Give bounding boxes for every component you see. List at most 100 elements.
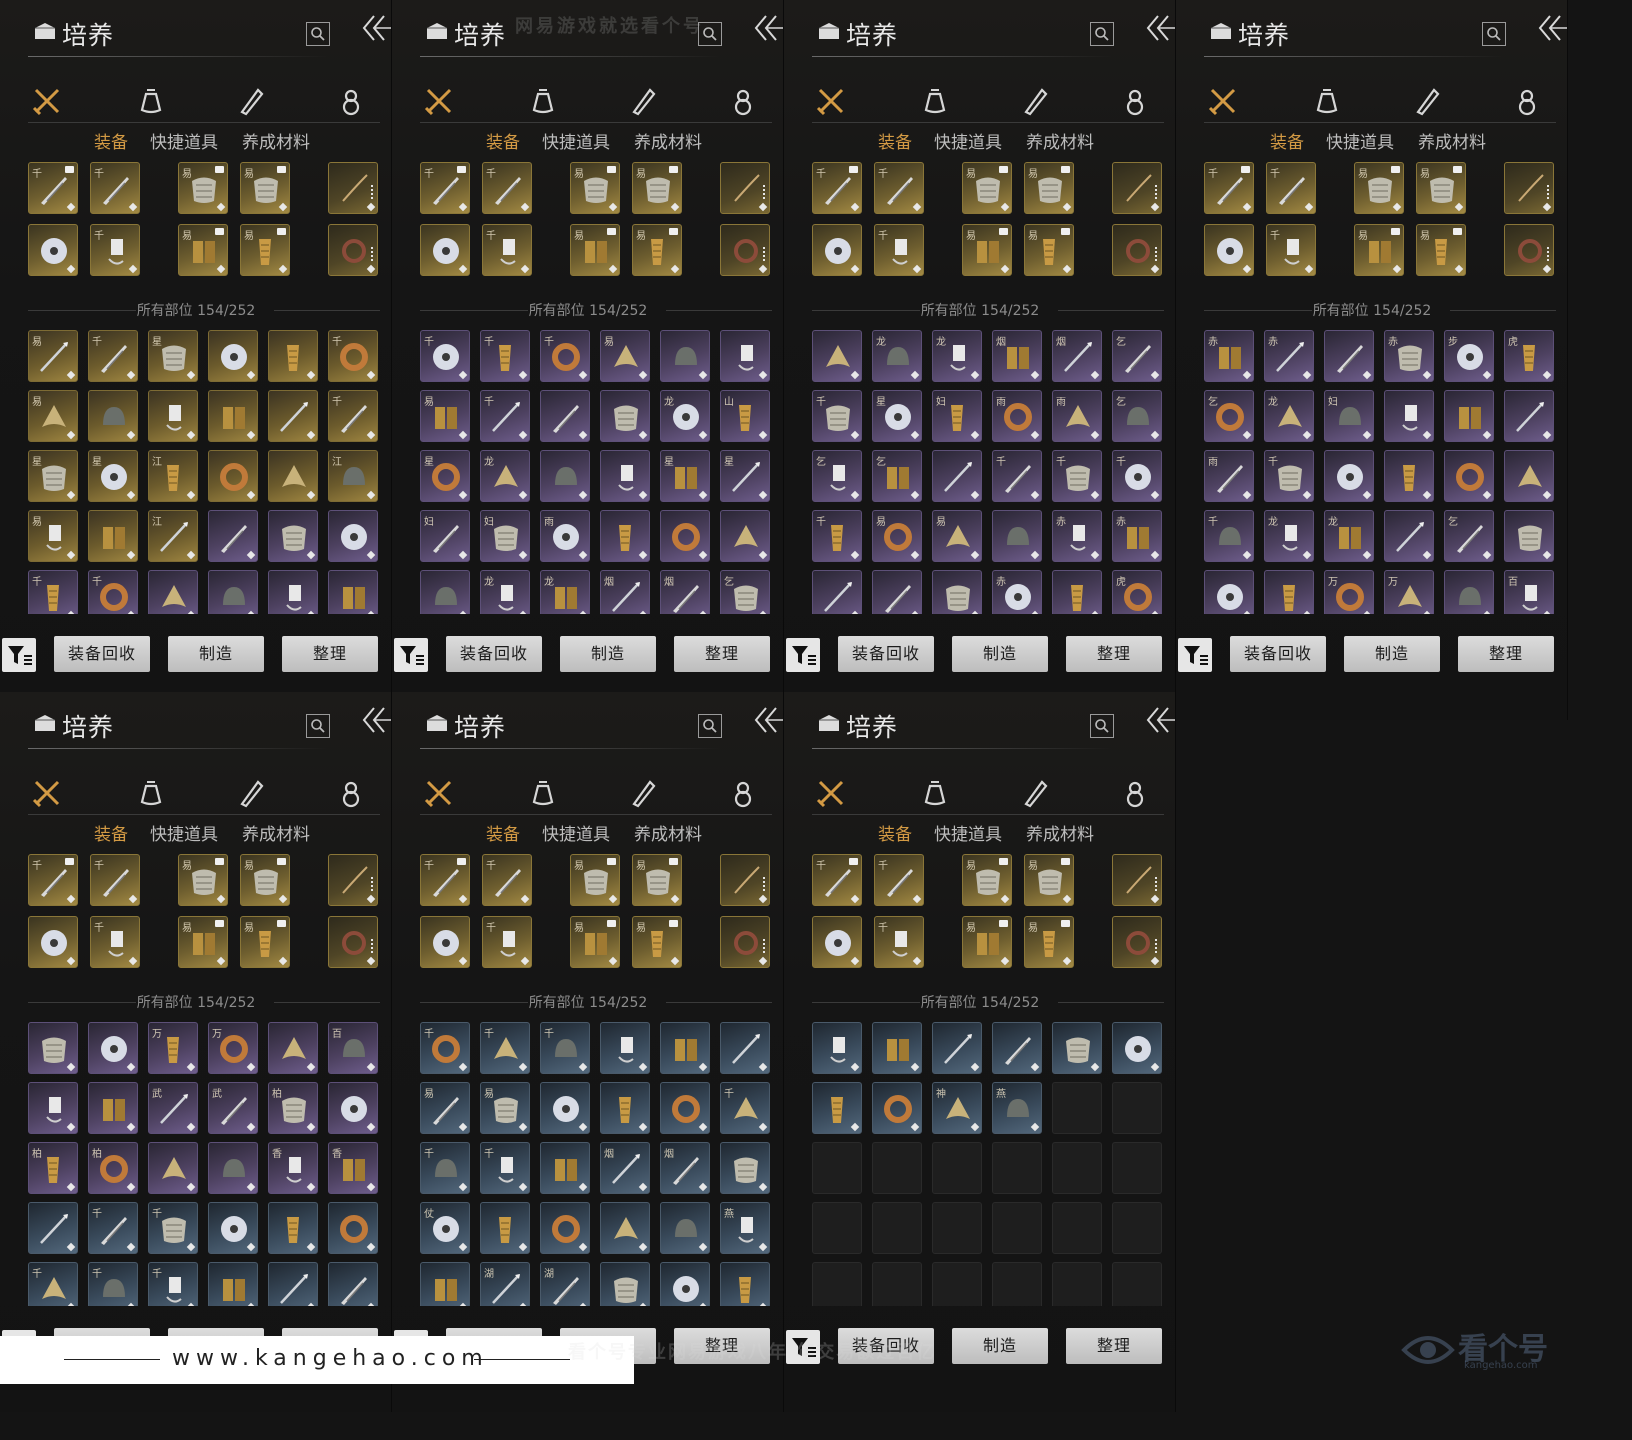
category-tab-scroll[interactable] [1412, 86, 1448, 118]
inventory-item[interactable] [720, 1022, 770, 1074]
inventory-item[interactable] [600, 510, 650, 562]
inventory-item[interactable]: 百 [1504, 570, 1554, 614]
inventory-item[interactable] [872, 1022, 922, 1074]
inventory-item[interactable]: 千 [88, 330, 138, 382]
inventory-item[interactable] [660, 330, 710, 382]
inventory-item[interactable]: 千 [540, 1022, 590, 1074]
inventory-item[interactable] [28, 1202, 78, 1254]
equipped-slot[interactable] [28, 916, 78, 968]
inventory-item[interactable] [88, 510, 138, 562]
equipped-slot[interactable]: 易 [962, 162, 1012, 214]
category-tab-scroll[interactable] [628, 778, 664, 810]
equipped-slot[interactable]: 易 [1416, 162, 1466, 214]
inventory-item[interactable] [328, 1262, 378, 1306]
empty-slot[interactable] [1112, 1082, 1162, 1134]
inventory-item[interactable] [812, 1082, 862, 1134]
inventory-item[interactable] [872, 570, 922, 614]
subtab[interactable]: 养成材料 [634, 128, 702, 153]
collapse-back-button[interactable] [1144, 12, 1175, 44]
inventory-item[interactable]: 烟 [600, 570, 650, 614]
inventory-item[interactable] [932, 570, 982, 614]
inventory-item[interactable] [420, 570, 470, 614]
inventory-item[interactable]: 万 [1384, 570, 1434, 614]
inventory-item[interactable]: 武 [148, 1082, 198, 1134]
inventory-item[interactable]: 乞 [872, 450, 922, 502]
equipped-slot[interactable]: 千 [28, 854, 78, 906]
category-tab-weapon[interactable] [32, 86, 68, 118]
inventory-item[interactable]: 妇 [1324, 390, 1374, 442]
inventory-item[interactable]: 柏 [28, 1142, 78, 1194]
category-tab-gourd[interactable] [728, 778, 764, 810]
category-tab-scroll[interactable] [1020, 86, 1056, 118]
equipped-slot[interactable]: 千 [90, 854, 140, 906]
equipped-slot[interactable]: 易 [240, 854, 290, 906]
equipped-slot[interactable] [1112, 162, 1162, 214]
inventory-item[interactable]: 雨 [992, 390, 1042, 442]
equipped-slot[interactable] [1204, 224, 1254, 276]
inventory-item[interactable] [1204, 570, 1254, 614]
inventory-item[interactable]: 千 [328, 390, 378, 442]
inventory-item[interactable]: 乞 [1444, 510, 1494, 562]
empty-slot[interactable] [1052, 1142, 1102, 1194]
inventory-item[interactable]: 千 [1052, 450, 1102, 502]
equipped-slot[interactable]: 易 [1024, 854, 1074, 906]
equipped-slot[interactable] [1112, 224, 1162, 276]
inventory-item[interactable] [208, 330, 258, 382]
inventory-item[interactable]: 香 [268, 1142, 318, 1194]
inventory-item[interactable]: 千 [812, 510, 862, 562]
inventory-item[interactable]: 千 [28, 570, 78, 614]
category-tab-scroll[interactable] [628, 86, 664, 118]
inventory-item[interactable]: 星 [88, 450, 138, 502]
craft-button[interactable]: 制造 [952, 636, 1048, 672]
inventory-item[interactable]: 千 [328, 330, 378, 382]
filter-button[interactable] [394, 638, 428, 672]
inventory-item[interactable] [208, 510, 258, 562]
equipped-slot[interactable]: 千 [482, 162, 532, 214]
inventory-item[interactable]: 柏 [88, 1142, 138, 1194]
inventory-item[interactable]: 千 [540, 330, 590, 382]
category-tab-gourd[interactable] [1120, 86, 1156, 118]
collapse-back-button[interactable] [1144, 704, 1175, 736]
inventory-item[interactable] [720, 330, 770, 382]
inventory-item[interactable] [148, 390, 198, 442]
equipped-slot[interactable]: 易 [178, 162, 228, 214]
inventory-item[interactable]: 雨 [1052, 390, 1102, 442]
subtab[interactable]: 装备 [878, 820, 912, 845]
inventory-item[interactable] [600, 1022, 650, 1074]
inventory-item[interactable] [1384, 390, 1434, 442]
equipped-slot[interactable] [720, 916, 770, 968]
inventory-item[interactable]: 龙 [480, 570, 530, 614]
equipped-slot[interactable]: 易 [1024, 916, 1074, 968]
empty-slot[interactable] [812, 1262, 862, 1306]
equipped-slot[interactable]: 易 [570, 916, 620, 968]
equipped-slot[interactable]: 易 [570, 854, 620, 906]
category-tab-gourd[interactable] [336, 778, 372, 810]
equipped-slot[interactable]: 易 [962, 916, 1012, 968]
equipped-slot[interactable]: 千 [90, 162, 140, 214]
inventory-item[interactable] [1384, 510, 1434, 562]
inventory-item[interactable]: 烟 [600, 1142, 650, 1194]
inventory-item[interactable]: 赤 [1112, 510, 1162, 562]
inventory-item[interactable]: 妇 [480, 510, 530, 562]
sort-button[interactable]: 整理 [282, 636, 378, 672]
inventory-item[interactable] [88, 1082, 138, 1134]
recycle-button[interactable]: 装备回收 [1230, 636, 1326, 672]
inventory-item[interactable]: 星 [720, 450, 770, 502]
equipped-slot[interactable]: 易 [632, 162, 682, 214]
equipped-slot[interactable] [328, 162, 378, 214]
inventory-item[interactable] [540, 1082, 590, 1134]
category-tab-weapon[interactable] [424, 778, 460, 810]
inventory-item[interactable]: 虎 [1504, 330, 1554, 382]
inventory-item[interactable] [932, 450, 982, 502]
inventory-item[interactable]: 步 [1444, 330, 1494, 382]
inventory-item[interactable]: 易 [480, 1082, 530, 1134]
inventory-item[interactable]: 星 [148, 330, 198, 382]
subtab[interactable]: 装备 [94, 820, 128, 845]
equipped-slot[interactable]: 千 [90, 916, 140, 968]
inventory-item[interactable]: 千 [420, 330, 470, 382]
recycle-button[interactable]: 装备回收 [838, 636, 934, 672]
search-button[interactable] [1090, 714, 1114, 738]
empty-slot[interactable] [932, 1142, 982, 1194]
inventory-item[interactable] [328, 510, 378, 562]
inventory-item[interactable] [268, 390, 318, 442]
